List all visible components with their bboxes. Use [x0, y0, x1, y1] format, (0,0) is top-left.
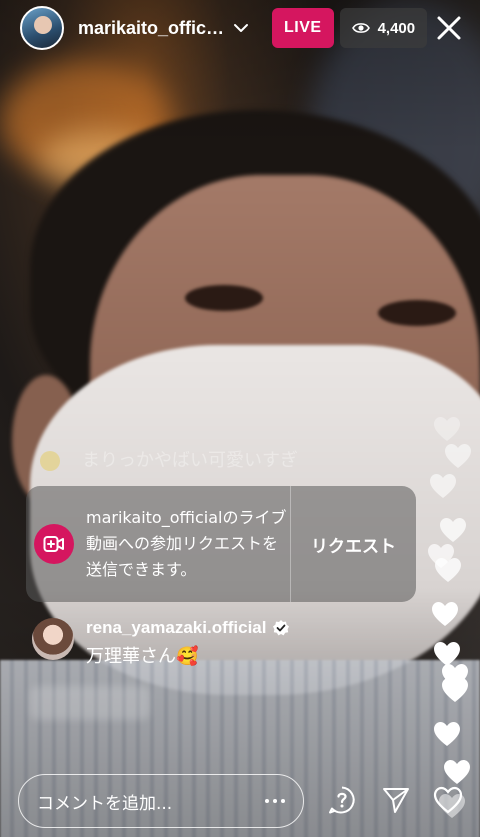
viewer-count-badge[interactable]: 4,400 — [339, 8, 428, 48]
heart-icon — [434, 722, 460, 746]
comment-placeholder: コメントを追加... — [37, 793, 173, 814]
viewer-count: 4,400 — [377, 19, 416, 37]
heart-icon — [440, 518, 466, 542]
faded-avatar — [40, 451, 60, 471]
video-add-icon — [34, 524, 74, 564]
question-icon — [329, 786, 355, 814]
host-username[interactable]: marikaito_offici... — [78, 18, 226, 39]
host-avatar[interactable] — [20, 6, 64, 50]
faded-comment: まりっかやばい可愛いすぎ — [40, 446, 298, 472]
chevron-down-icon[interactable] — [232, 19, 250, 37]
blurred-comment — [30, 686, 150, 720]
request-button[interactable]: リクエスト — [291, 486, 416, 602]
comment-item: rena_yamazaki.official 万理華さん🥰 — [32, 618, 290, 668]
commenter-avatar[interactable] — [32, 618, 74, 660]
heart-icon — [433, 786, 463, 814]
close-button[interactable] — [432, 11, 466, 45]
heart-icon — [434, 417, 460, 441]
live-badge: LIVE — [272, 8, 334, 48]
heart-icon — [442, 678, 468, 702]
verified-icon — [273, 620, 290, 636]
comment-text: 万理華さん🥰 — [86, 646, 199, 667]
more-dots-icon[interactable] — [265, 799, 285, 803]
send-button[interactable] — [380, 784, 412, 816]
question-button[interactable] — [326, 784, 358, 816]
join-request-message: marikaito_officialのライブ動画への参加リクエストを送信できます… — [86, 508, 287, 579]
bottom-bar: コメントを追加... — [0, 772, 480, 832]
send-icon — [383, 788, 409, 813]
join-request-card: marikaito_officialのライブ動画への参加リクエストを送信できます… — [26, 486, 416, 602]
heart-icon — [445, 444, 471, 468]
eye-icon — [351, 23, 370, 33]
comment-input[interactable]: コメントを追加... — [18, 774, 304, 828]
like-button[interactable] — [432, 784, 464, 816]
heart-icon — [432, 602, 458, 626]
heart-icon — [430, 474, 456, 498]
close-icon — [437, 16, 461, 40]
commenter-username[interactable]: rena_yamazaki.official — [86, 618, 266, 638]
live-header: marikaito_offici... LIVE 4,400 — [0, 0, 480, 56]
faded-comment-text: まりっかやばい可愛いすぎ — [82, 450, 298, 471]
heart-icon — [435, 558, 461, 582]
